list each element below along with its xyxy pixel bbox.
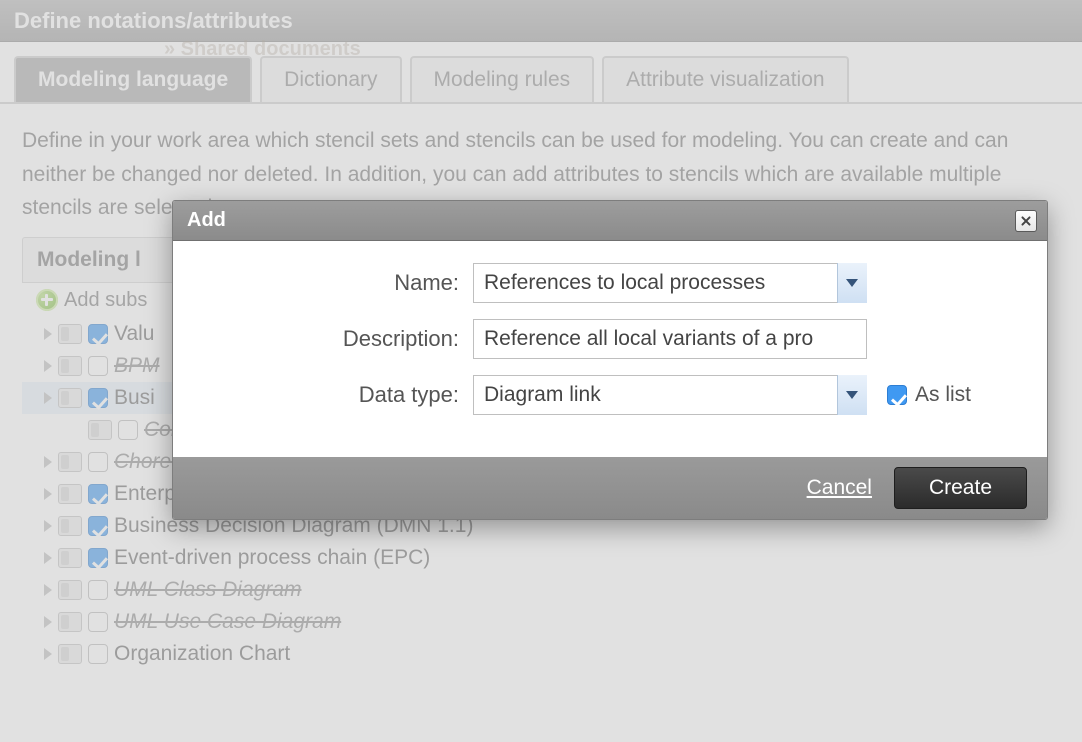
tab-dictionary[interactable]: Dictionary — [260, 56, 401, 102]
as-list-option[interactable]: As list — [887, 383, 971, 407]
datatype-dropdown-button[interactable] — [837, 375, 867, 415]
stencil-label: Organization Chart — [114, 642, 290, 666]
tree-item[interactable]: UML Use Case Diagram — [22, 606, 522, 638]
stencil-checkbox[interactable] — [88, 452, 108, 472]
disclosure-icon — [74, 424, 82, 436]
tab-attribute-visualization[interactable]: Attribute visualization — [602, 56, 848, 102]
stencil-label: BPM — [114, 354, 160, 378]
tab-modeling-rules[interactable]: Modeling rules — [410, 56, 595, 102]
stencil-checkbox[interactable] — [88, 324, 108, 344]
stencil-label: Busi — [114, 386, 155, 410]
add-attribute-dialog: Add Name: Description: Data type: As lis… — [172, 200, 1048, 520]
page-title: Define notations/attributes — [0, 0, 1082, 42]
create-button[interactable]: Create — [894, 467, 1027, 509]
stencil-icon — [58, 356, 82, 376]
stencil-label: UML Use Case Diagram — [114, 610, 341, 634]
stencil-checkbox[interactable] — [88, 388, 108, 408]
stencil-icon — [58, 324, 82, 344]
disclosure-icon[interactable] — [44, 520, 52, 532]
disclosure-icon[interactable] — [44, 552, 52, 564]
disclosure-icon[interactable] — [44, 360, 52, 372]
description-label: Description: — [197, 326, 473, 352]
plus-icon — [36, 289, 58, 311]
dialog-title: Add — [187, 209, 226, 232]
stencil-icon — [58, 452, 82, 472]
datatype-select[interactable] — [473, 375, 867, 415]
stencil-checkbox[interactable] — [88, 612, 108, 632]
stencil-label: Event-driven process chain (EPC) — [114, 546, 430, 570]
stencil-checkbox[interactable] — [88, 516, 108, 536]
disclosure-icon[interactable] — [44, 616, 52, 628]
as-list-checkbox[interactable] — [887, 385, 907, 405]
tree-item[interactable]: Organization Chart — [22, 638, 522, 670]
name-label: Name: — [197, 270, 473, 296]
datatype-label: Data type: — [197, 382, 473, 408]
stencil-icon — [58, 644, 82, 664]
stencil-icon — [88, 420, 112, 440]
disclosure-icon[interactable] — [44, 584, 52, 596]
add-subset-label: Add subs — [64, 289, 147, 312]
description-input[interactable] — [473, 319, 867, 359]
dialog-close-button[interactable] — [1015, 210, 1037, 232]
stencil-checkbox[interactable] — [88, 548, 108, 568]
tree-item[interactable]: Event-driven process chain (EPC) — [22, 542, 522, 574]
disclosure-icon[interactable] — [44, 488, 52, 500]
stencil-icon — [58, 516, 82, 536]
disclosure-icon[interactable] — [44, 648, 52, 660]
stencil-checkbox[interactable] — [88, 580, 108, 600]
stencil-checkbox[interactable] — [88, 644, 108, 664]
stencil-checkbox[interactable] — [118, 420, 138, 440]
name-dropdown-button[interactable] — [837, 263, 867, 303]
name-input[interactable] — [473, 263, 867, 303]
tab-modeling-language[interactable]: Modeling language — [14, 56, 252, 102]
stencil-icon — [58, 388, 82, 408]
stencil-label: UML Class Diagram — [114, 578, 302, 602]
as-list-label: As list — [915, 383, 971, 407]
tab-bar: Modeling language Dictionary Modeling ru… — [0, 42, 1082, 104]
stencil-checkbox[interactable] — [88, 484, 108, 504]
stencil-checkbox[interactable] — [88, 356, 108, 376]
disclosure-icon[interactable] — [44, 392, 52, 404]
stencil-icon — [58, 484, 82, 504]
cancel-button[interactable]: Cancel — [807, 476, 872, 500]
breadcrumb: » Shared documents — [164, 38, 361, 61]
stencil-label: Valu — [114, 322, 154, 346]
disclosure-icon[interactable] — [44, 328, 52, 340]
stencil-icon — [58, 612, 82, 632]
stencil-icon — [58, 580, 82, 600]
dialog-titlebar: Add — [173, 201, 1047, 241]
stencil-icon — [58, 548, 82, 568]
disclosure-icon[interactable] — [44, 456, 52, 468]
tree-item[interactable]: UML Class Diagram — [22, 574, 522, 606]
